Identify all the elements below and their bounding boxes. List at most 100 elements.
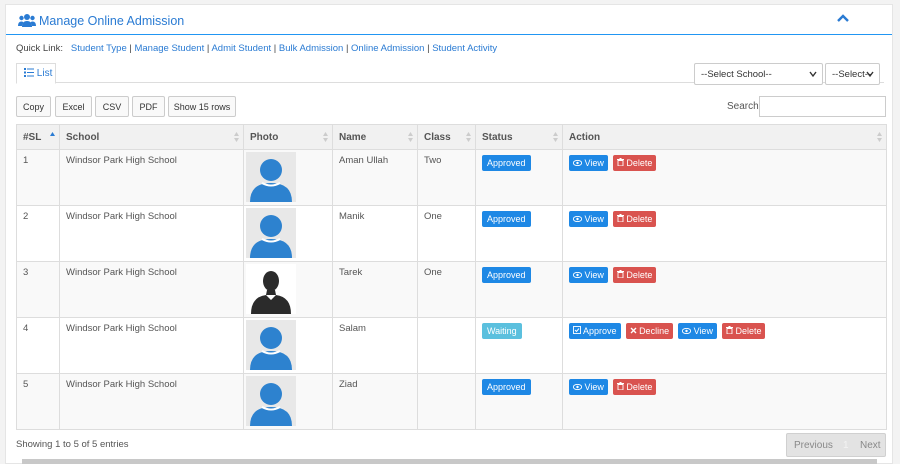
delete-button[interactable]: Delete xyxy=(612,155,657,171)
eye-icon xyxy=(572,271,583,279)
cell-sl: 5 xyxy=(16,373,60,430)
eye-icon xyxy=(572,215,583,223)
cell-name: Tarek xyxy=(332,261,418,318)
page-title: Manage Online Admission xyxy=(39,14,185,28)
previous-button[interactable]: Previous xyxy=(794,440,833,451)
panel-header: Manage Online Admission xyxy=(6,5,892,35)
quick-link-student-type[interactable]: Student Type xyxy=(71,43,127,54)
decline-button[interactable]: Decline xyxy=(625,323,674,339)
sort-icon xyxy=(408,132,413,142)
show-rows-button[interactable]: Show 15 rows xyxy=(168,96,236,117)
cell-sl: 1 xyxy=(16,149,60,206)
quick-link-separator: | xyxy=(273,43,277,54)
cell-sl: 4 xyxy=(16,317,60,374)
chevron-down-icon xyxy=(866,71,874,78)
next-button[interactable]: Next xyxy=(860,440,881,451)
tab-list-label: List xyxy=(36,68,53,79)
quick-link-manage-student[interactable]: Manage Student xyxy=(134,43,204,54)
quick-link-admit-student[interactable]: Admit Student xyxy=(211,43,271,54)
default-avatar xyxy=(246,152,296,202)
quick-link-student-activity[interactable]: Student Activity xyxy=(432,43,497,54)
cell-photo xyxy=(243,149,333,206)
cell-class: One xyxy=(417,205,476,262)
tab-list[interactable]: List xyxy=(16,63,56,84)
cell-actions: View Delete xyxy=(562,373,887,430)
sort-icon xyxy=(323,132,328,142)
search-input[interactable] xyxy=(759,96,886,117)
csv-button[interactable]: CSV xyxy=(95,96,129,117)
view-button[interactable]: View xyxy=(569,155,608,171)
quick-link-bulk-admission[interactable]: Bulk Admission xyxy=(279,43,343,54)
page-1-button[interactable]: 1 xyxy=(843,440,849,451)
table-row: 5 Windsor Park High School Ziad Approved… xyxy=(16,373,887,430)
default-avatar xyxy=(246,376,296,426)
column-header-status[interactable]: Status xyxy=(475,124,563,150)
column-header-class[interactable]: Class xyxy=(417,124,476,150)
users-icon xyxy=(18,14,36,27)
pagination: Previous 1 Next xyxy=(786,433,886,457)
cell-actions: Approve Decline View Delete xyxy=(562,317,887,374)
cell-school: Windsor Park High School xyxy=(59,205,244,262)
cell-class xyxy=(417,373,476,430)
status-badge: Approved xyxy=(482,267,531,283)
approve-button[interactable]: Approve xyxy=(569,323,621,339)
admission-panel: Manage Online Admission Quick Link: Stud… xyxy=(5,4,893,464)
quick-link-label: Quick Link: xyxy=(16,43,63,54)
cell-actions: View Delete xyxy=(562,205,887,262)
quick-link-online-admission[interactable]: Online Admission xyxy=(351,43,424,54)
view-button[interactable]: View xyxy=(678,323,717,339)
column-header-action[interactable]: Action xyxy=(562,124,887,150)
status-badge: Approved xyxy=(482,155,531,171)
cell-status: Approved xyxy=(475,205,563,262)
cell-school: Windsor Park High School xyxy=(59,373,244,430)
quick-links: Quick Link: Student Type | Manage Studen… xyxy=(16,43,497,54)
sort-icon xyxy=(466,132,471,142)
status-badge: Approved xyxy=(482,379,531,395)
cell-actions: View Delete xyxy=(562,261,887,318)
column-header-school[interactable]: School xyxy=(59,124,244,150)
sort-icon xyxy=(553,132,558,142)
table-row: 4 Windsor Park High School Salam Waiting… xyxy=(16,317,887,374)
horizontal-scrollbar[interactable] xyxy=(22,459,877,464)
delete-button[interactable]: Delete xyxy=(721,323,766,339)
view-button[interactable]: View xyxy=(569,379,608,395)
cell-status: Approved xyxy=(475,149,563,206)
eye-icon xyxy=(572,159,583,167)
quick-link-separator: | xyxy=(427,43,430,54)
quick-link-separator: | xyxy=(129,43,132,54)
secondary-select[interactable]: --Select-- xyxy=(825,63,880,85)
sort-asc-icon xyxy=(50,132,55,136)
cell-class: One xyxy=(417,261,476,318)
cell-name: Salam xyxy=(332,317,418,374)
cell-name: Manik xyxy=(332,205,418,262)
cell-school: Windsor Park High School xyxy=(59,149,244,206)
school-select-value: --Select School-- xyxy=(701,69,772,80)
cell-name: Ziad xyxy=(332,373,418,430)
table-row: 1 Windsor Park High School Aman Ullah Tw… xyxy=(16,149,887,206)
copy-button[interactable]: Copy xyxy=(16,96,51,117)
pdf-button[interactable]: PDF xyxy=(132,96,165,117)
delete-button[interactable]: Delete xyxy=(612,267,657,283)
cell-status: Waiting xyxy=(475,317,563,374)
eye-icon xyxy=(572,383,583,391)
cell-photo xyxy=(243,261,333,318)
cell-photo xyxy=(243,373,333,430)
quick-link-separator: | xyxy=(206,43,210,54)
table-info: Showing 1 to 5 of 5 entries xyxy=(16,439,129,450)
sort-icon xyxy=(877,132,882,142)
excel-button[interactable]: Excel xyxy=(55,96,92,117)
view-button[interactable]: View xyxy=(569,267,608,283)
delete-button[interactable]: Delete xyxy=(612,379,657,395)
chevron-up-icon[interactable] xyxy=(835,10,851,26)
view-button[interactable]: View xyxy=(569,211,608,227)
cell-name: Aman Ullah xyxy=(332,149,418,206)
table-row: 3 Windsor Park High School Tarek One App… xyxy=(16,261,887,318)
table-header-row: #SL School Photo Name Class Status Actio… xyxy=(16,124,887,150)
delete-button[interactable]: Delete xyxy=(612,211,657,227)
list-icon xyxy=(24,68,34,77)
check-square-icon xyxy=(573,326,581,334)
column-header-name[interactable]: Name xyxy=(332,124,418,150)
school-select[interactable]: --Select School-- xyxy=(694,63,823,85)
column-header-sl[interactable]: #SL xyxy=(16,124,60,150)
column-header-photo[interactable]: Photo xyxy=(243,124,333,150)
